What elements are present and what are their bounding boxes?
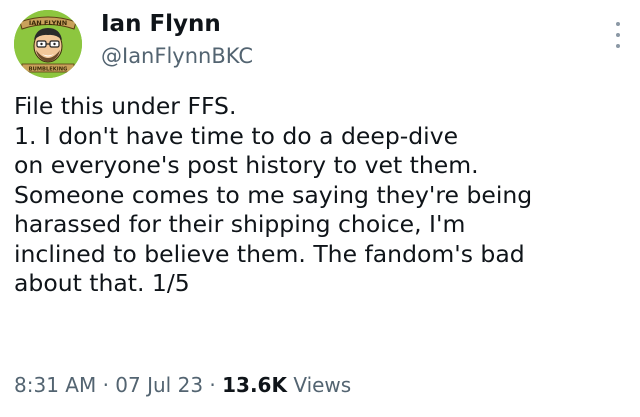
tweet-line: File this under FFS. xyxy=(14,92,237,120)
tweet-time[interactable]: 8:31 AM xyxy=(14,373,96,397)
views-count[interactable]: 13.6K xyxy=(222,373,287,397)
tweet-line: harassed for their shipping choice, I'm xyxy=(14,210,466,238)
avatar-illustration-icon: IAN FLYNN BUMBLEKING xyxy=(14,10,82,78)
more-options-icon[interactable] xyxy=(613,22,623,48)
tweet-line: 1. I don't have time to do a deep-dive xyxy=(14,121,459,150)
avatar-top-text: IAN FLYNN xyxy=(29,19,67,27)
tweet-line: about that. 1/5 xyxy=(14,269,190,297)
tweet-meta: 8:31 AM · 07 Jul 23 · 13.6K Views xyxy=(14,372,351,398)
views-label: Views xyxy=(293,373,352,397)
tweet-card: IAN FLYNN BUMBLEKING Ian Flynn @IanFlynn… xyxy=(0,0,640,417)
meta-separator: · xyxy=(102,373,109,397)
tweet-line: on everyone's post history to vet them. xyxy=(14,151,479,179)
author-handle[interactable]: @IanFlynnBKC xyxy=(101,43,253,69)
meta-separator: · xyxy=(209,373,216,397)
tweet-date[interactable]: 07 Jul 23 xyxy=(115,373,203,397)
tweet-line: Someone comes to me saying they're being xyxy=(14,180,533,209)
more-dot xyxy=(616,22,620,26)
tweet-text: File this under FFS. 1. I don't have tim… xyxy=(14,92,630,299)
more-dot xyxy=(616,33,620,37)
avatar-bottom-text: BUMBLEKING xyxy=(29,67,68,73)
more-dot xyxy=(616,44,620,48)
tweet-line: inclined to believe them. The fandom's b… xyxy=(14,239,525,268)
author-display-name[interactable]: Ian Flynn xyxy=(101,10,221,38)
profile-avatar[interactable]: IAN FLYNN BUMBLEKING xyxy=(14,10,82,78)
